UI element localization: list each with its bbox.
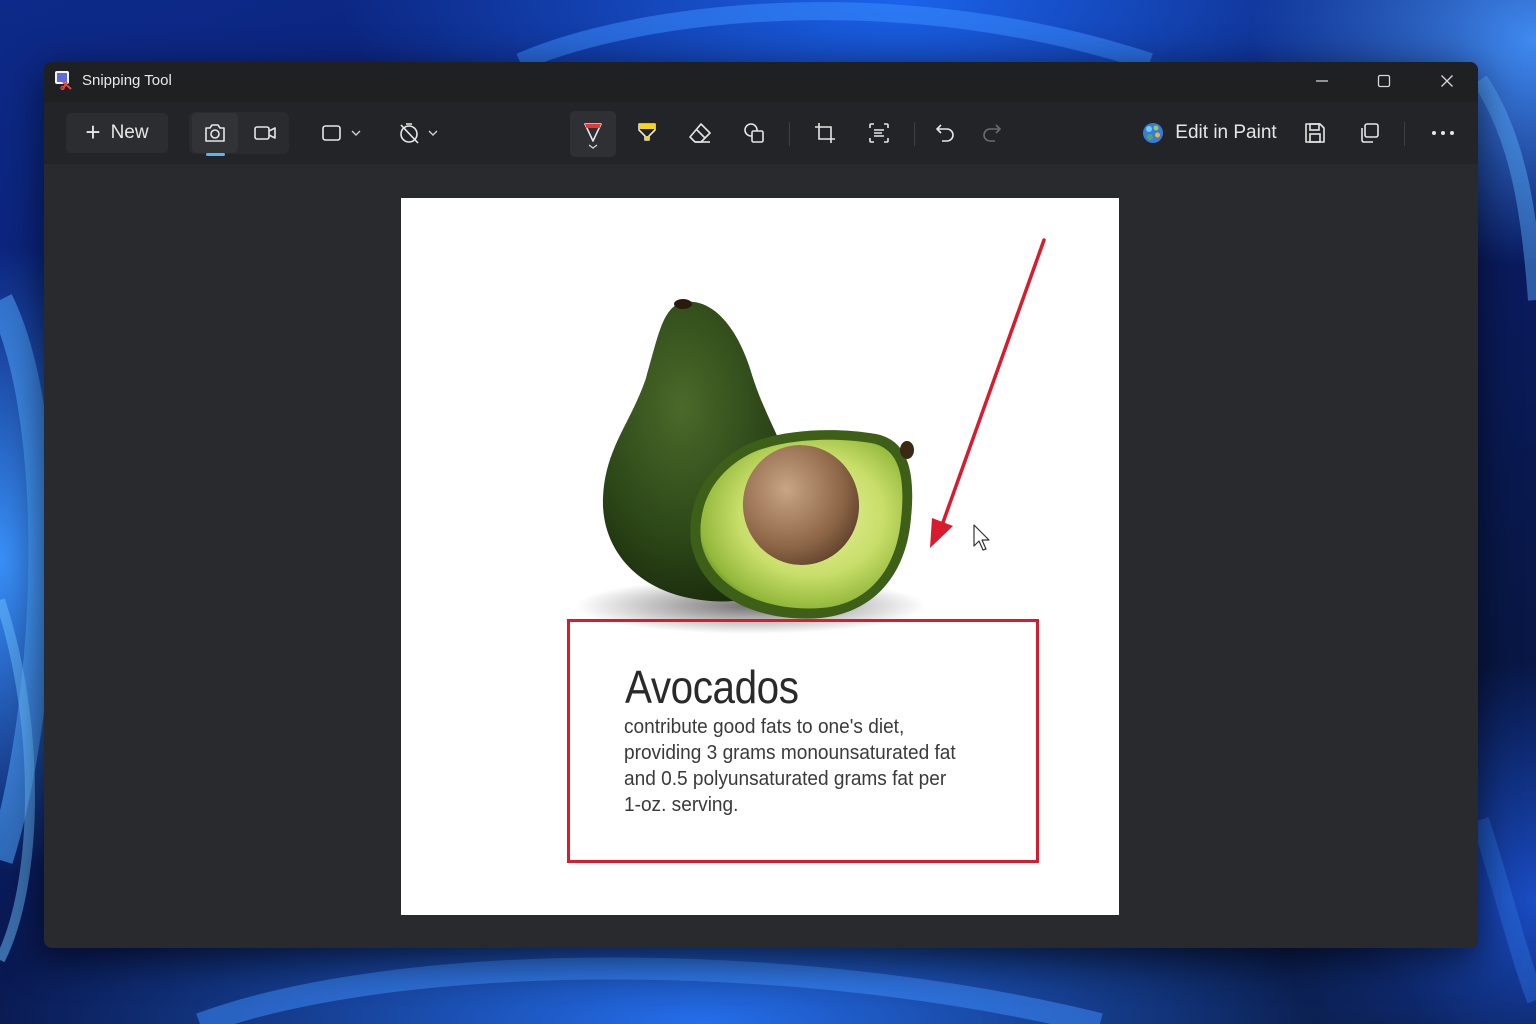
more-icon [1432,131,1454,135]
toolbar: + New Edit in Paint [44,102,1478,164]
title-bar: Snipping Tool [44,62,1478,102]
screenshot-canvas[interactable]: Avocados contribute good fats to one's d… [401,198,1119,915]
snip-shape-dropdown[interactable] [316,113,366,153]
toolbar-separator [789,122,790,146]
highlighter-button[interactable] [624,113,670,153]
camera-icon [205,124,225,142]
new-button-label: New [110,122,149,143]
no-timer-icon [400,123,438,144]
eraser-button[interactable] [677,113,723,153]
close-button[interactable] [1416,62,1478,100]
shapes-icon [744,123,764,143]
window-title: Snipping Tool [82,72,172,89]
maximize-button[interactable] [1353,62,1415,100]
video-camera-icon [254,126,276,140]
highlighter-icon [638,123,656,141]
crop-button[interactable] [802,113,848,153]
toolbar-separator [914,122,915,146]
close-icon [1441,75,1453,87]
pen-icon [584,123,602,149]
copy-button[interactable] [1346,113,1392,153]
redo-icon [983,124,1001,142]
snip-delay-dropdown[interactable] [391,113,443,153]
maximize-icon [1377,74,1391,88]
mouse-cursor-icon [973,524,990,551]
shapes-button[interactable] [731,113,777,153]
active-mode-indicator [206,153,225,156]
rectangle-snip-icon [322,125,361,141]
text-actions-icon [869,123,889,143]
ballpoint-pen-button[interactable] [570,111,616,157]
toolbar-separator [1404,122,1405,146]
undo-button[interactable] [922,113,968,153]
undo-icon [936,124,954,142]
video-mode-button[interactable] [242,113,288,153]
snipping-tool-window: Snipping Tool + New Edit in Paint Avocad… [44,62,1478,948]
copy-icon [1361,123,1379,143]
save-icon [1305,123,1325,143]
minimize-button[interactable] [1291,62,1353,100]
canvas-area: Avocados contribute good fats to one's d… [44,164,1478,948]
paint-palette-icon [1141,121,1165,145]
eraser-icon [689,123,711,143]
crop-icon [815,123,835,143]
screenshot-mode-button[interactable] [192,113,238,156]
plus-icon: + [85,116,101,147]
minimize-icon [1316,80,1328,82]
edit-in-paint-button[interactable]: Edit in Paint [1134,113,1284,153]
text-actions-button[interactable] [856,113,902,153]
new-snip-button[interactable]: + New [66,113,168,153]
snipping-tool-app-icon [54,70,74,90]
save-button[interactable] [1292,113,1338,153]
edit-in-paint-label: Edit in Paint [1175,122,1277,143]
redo-button[interactable] [969,113,1015,153]
more-options-button[interactable] [1420,113,1466,153]
